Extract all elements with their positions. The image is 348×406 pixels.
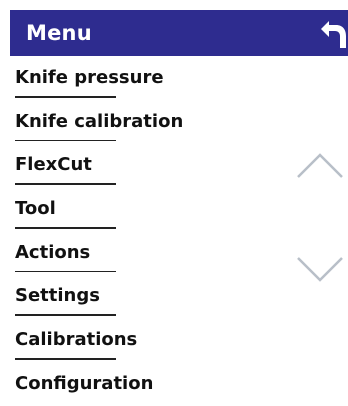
menu-item-label: Configuration xyxy=(15,372,154,394)
scroll-down-button[interactable] xyxy=(296,255,344,283)
menu-item-label: FlexCut xyxy=(15,154,92,176)
menu-item-calibrations[interactable]: Calibrations xyxy=(15,318,275,362)
chevron-down-icon xyxy=(297,257,343,282)
divider xyxy=(15,227,116,229)
menu-item-label: Calibrations xyxy=(15,329,138,351)
page-title: Menu xyxy=(26,21,92,45)
divider xyxy=(15,139,116,142)
menu-list: Knife pressure Knife calibration FlexCut… xyxy=(15,56,275,406)
menu-item-label: Knife calibration xyxy=(15,110,184,132)
chevron-up-icon xyxy=(297,153,343,178)
menu-item-label: Settings xyxy=(15,285,100,307)
menu-header: Menu xyxy=(10,10,348,56)
divider xyxy=(15,96,116,98)
menu-item-knife-calibration[interactable]: Knife calibration xyxy=(15,100,275,144)
divider xyxy=(15,358,116,360)
divider xyxy=(15,314,116,316)
menu-item-tool[interactable]: Tool xyxy=(15,187,275,231)
menu-item-settings[interactable]: Settings xyxy=(15,274,275,318)
return-arrow-icon xyxy=(321,21,346,48)
menu-item-label: Tool xyxy=(15,198,56,220)
menu-item-flexcut[interactable]: FlexCut xyxy=(15,143,275,187)
menu-item-label: Knife pressure xyxy=(15,67,164,88)
menu-item-configuration[interactable]: Configuration xyxy=(15,362,275,406)
menu-item-actions[interactable]: Actions xyxy=(15,231,275,275)
divider xyxy=(15,183,116,185)
divider xyxy=(15,270,116,273)
menu-item-knife-pressure[interactable]: Knife pressure xyxy=(15,56,275,100)
back-button[interactable] xyxy=(316,18,348,50)
scroll-up-button[interactable] xyxy=(296,152,344,180)
menu-item-label: Actions xyxy=(15,241,91,263)
